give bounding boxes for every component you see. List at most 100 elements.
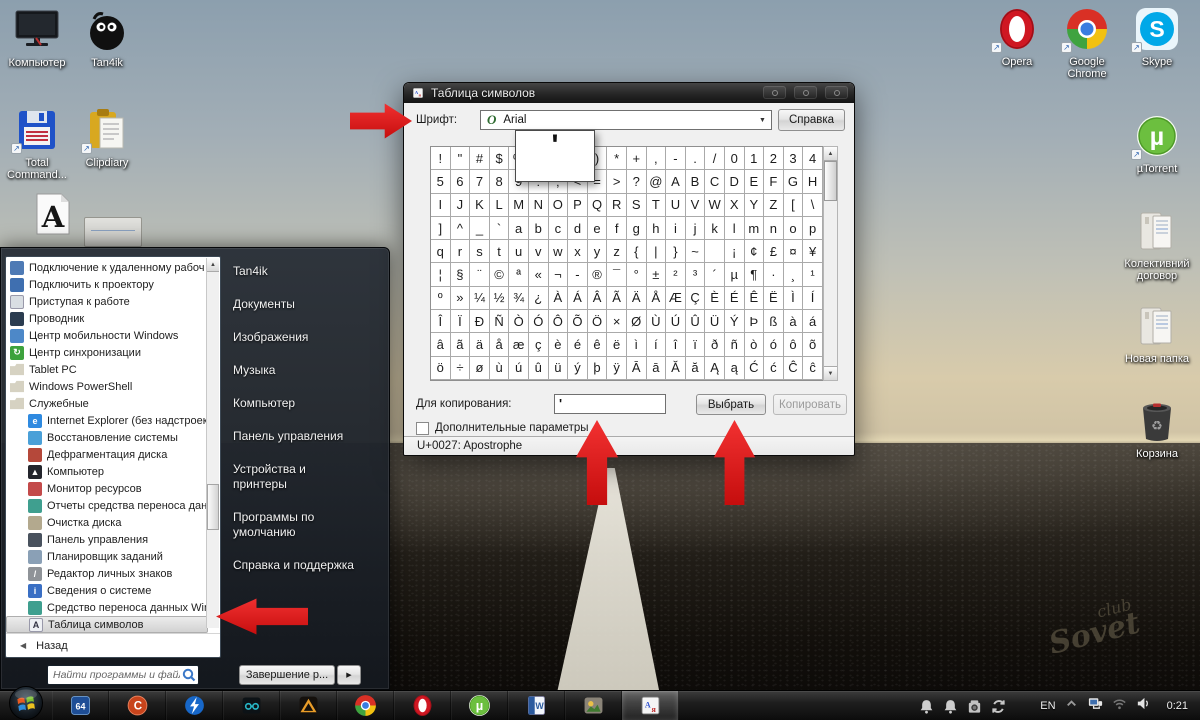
char-cell[interactable]: 3 (784, 147, 804, 170)
scroll-up-icon[interactable]: ▲ (824, 147, 837, 161)
char-cell[interactable]: z (607, 240, 627, 263)
char-cell[interactable]: ¢ (745, 240, 765, 263)
char-cell[interactable]: c (549, 217, 569, 240)
char-cell[interactable]: I (431, 194, 451, 217)
char-cell[interactable]: j (686, 217, 706, 240)
maximize-button[interactable] (794, 86, 817, 99)
taskbar-button[interactable]: 64 (52, 691, 109, 720)
char-cell[interactable]: [ (784, 194, 804, 217)
char-cell[interactable]: ü (549, 357, 569, 380)
start-menu-item[interactable]: AТаблица символов (6, 616, 208, 633)
char-cell[interactable]: ¿ (529, 287, 549, 310)
char-cell[interactable]: O (549, 194, 569, 217)
char-cell[interactable]: ^ (451, 217, 471, 240)
char-cell[interactable]: ¬ (549, 263, 569, 286)
char-cell[interactable]: H (803, 170, 823, 193)
char-cell[interactable]: ÷ (451, 357, 471, 380)
char-cell[interactable]: × (607, 310, 627, 333)
char-cell[interactable]: Ü (705, 310, 725, 333)
start-menu-item[interactable]: Tablet PC (6, 361, 208, 378)
char-cell[interactable]: K (470, 194, 490, 217)
start-menu-item[interactable]: Отчеты средства переноса дан (6, 497, 208, 514)
help-button[interactable]: Справка (778, 109, 845, 131)
char-cell[interactable]: Å (647, 287, 667, 310)
char-cell[interactable]: ¦ (431, 263, 451, 286)
wifi-icon[interactable] (1111, 695, 1128, 717)
start-menu-item[interactable]: /Редактор личных знаков (6, 565, 208, 582)
char-cell[interactable]: ¯ (607, 263, 627, 286)
start-menu-item[interactable]: eInternet Explorer (без надстроек) (6, 412, 208, 429)
char-cell[interactable]: ï (686, 333, 706, 356)
char-cell[interactable]: d (568, 217, 588, 240)
network-plug-icon[interactable] (1087, 695, 1104, 717)
desktop-icon[interactable]: Tan4ik (72, 6, 142, 106)
char-cell[interactable]: ½ (490, 287, 510, 310)
char-cell[interactable]: ß (764, 310, 784, 333)
char-cell[interactable]: ò (745, 333, 765, 356)
char-cell[interactable]: ë (607, 333, 627, 356)
char-cell[interactable]: Ð (470, 310, 490, 333)
start-menu-scrollbar[interactable]: ▲ (206, 258, 219, 628)
back-button[interactable]: ◀ Назад (6, 633, 220, 657)
char-cell[interactable]: Ā (627, 357, 647, 380)
char-cell[interactable]: ~ (686, 240, 706, 263)
char-cell[interactable]: J (451, 194, 471, 217)
close-button[interactable] (825, 86, 848, 99)
start-menu-right-item[interactable]: Справка и поддержка (233, 558, 361, 573)
char-cell[interactable]: F (764, 170, 784, 193)
char-cell[interactable]: ā (647, 357, 667, 380)
search-box[interactable] (47, 665, 199, 685)
search-icon[interactable] (180, 666, 198, 684)
char-cell[interactable]: ć (764, 357, 784, 380)
char-cell[interactable] (705, 240, 725, 263)
char-cell[interactable]: a (509, 217, 529, 240)
char-cell[interactable]: Z (764, 194, 784, 217)
char-cell[interactable]: Ó (529, 310, 549, 333)
char-cell[interactable]: À (549, 287, 569, 310)
char-cell[interactable]: Ñ (490, 310, 510, 333)
char-cell[interactable]: B (686, 170, 706, 193)
shutdown-options-arrow[interactable]: ▶ (337, 665, 361, 685)
char-cell[interactable]: ¡ (725, 240, 745, 263)
char-cell[interactable]: h (647, 217, 667, 240)
char-cell[interactable]: l (725, 217, 745, 240)
char-cell[interactable]: Ê (745, 287, 765, 310)
char-cell[interactable]: Ç (686, 287, 706, 310)
char-cell[interactable]: è (549, 333, 569, 356)
char-cell[interactable]: 4 (803, 147, 823, 170)
char-cell[interactable]: E (745, 170, 765, 193)
char-cell[interactable]: u (509, 240, 529, 263)
char-cell[interactable]: . (686, 147, 706, 170)
start-menu-right-item[interactable]: Панель управления (233, 429, 361, 444)
desktop-icon[interactable]: ↗Google Chrome (1052, 5, 1122, 80)
char-cell[interactable]: A (666, 170, 686, 193)
char-cell[interactable]: É (725, 287, 745, 310)
start-menu-right-item[interactable]: Музыка (233, 363, 361, 378)
char-cell[interactable]: p (803, 217, 823, 240)
char-cell[interactable]: $ (490, 147, 510, 170)
font-dropdown[interactable]: O Arial ▼ (480, 110, 772, 130)
advanced-view-checkbox[interactable] (416, 422, 429, 435)
char-cell[interactable]: - (666, 147, 686, 170)
char-cell[interactable]: ° (627, 263, 647, 286)
char-cell[interactable]: í (647, 333, 667, 356)
start-menu-item[interactable]: Средство переноса данных Win (6, 599, 208, 616)
char-cell[interactable]: 1 (745, 147, 765, 170)
char-cell[interactable]: ¼ (470, 287, 490, 310)
char-cell[interactable]: µ (725, 263, 745, 286)
volume-icon[interactable] (1135, 695, 1152, 717)
start-menu-item[interactable]: ▲Компьютер (6, 463, 208, 480)
char-cell[interactable]: 5 (431, 170, 451, 193)
desktop-icon-font-file[interactable]: A (18, 190, 88, 238)
char-cell[interactable]: ¥ (803, 240, 823, 263)
char-cell[interactable]: ± (647, 263, 667, 286)
char-cell[interactable]: Ô (549, 310, 569, 333)
char-cell[interactable]: ö (431, 357, 451, 380)
char-cell[interactable]: + (627, 147, 647, 170)
char-cell[interactable]: ? (627, 170, 647, 193)
char-cell[interactable]: õ (803, 333, 823, 356)
char-cell[interactable]: - (568, 263, 588, 286)
char-cell[interactable]: ý (568, 357, 588, 380)
char-cell[interactable]: 0 (725, 147, 745, 170)
char-cell[interactable]: Ĉ (784, 357, 804, 380)
